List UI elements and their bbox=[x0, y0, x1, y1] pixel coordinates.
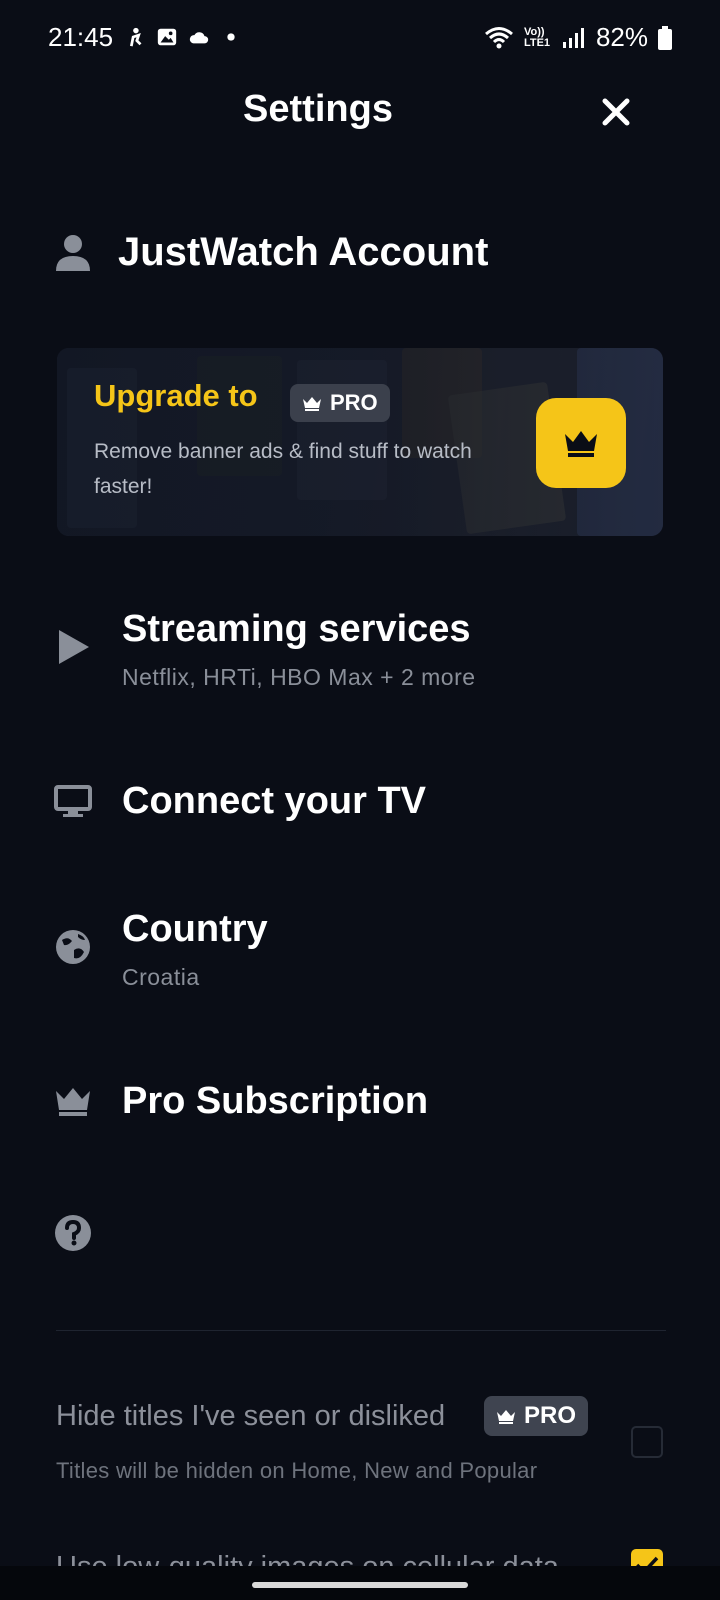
account-row[interactable]: JustWatch Account bbox=[0, 220, 720, 300]
pro-badge-label: PRO bbox=[330, 390, 378, 415]
help-row[interactable] bbox=[0, 1200, 720, 1270]
person-icon bbox=[54, 234, 92, 272]
pro-badge-label: PRO bbox=[524, 1402, 577, 1429]
banner-description: Remove banner ads & find stuff to watch … bbox=[94, 440, 472, 498]
network-label: Vo)) LTE1 bbox=[523, 25, 551, 49]
crown-icon bbox=[54, 1082, 92, 1120]
streaming-services-title: Streaming services bbox=[122, 608, 471, 650]
status-right: Vo)) LTE1 82% bbox=[484, 22, 672, 53]
pro-subscription-row[interactable]: Pro Subscription bbox=[0, 1070, 720, 1140]
hide-titles-label: Hide titles I've seen or disliked bbox=[56, 1400, 446, 1432]
upgrade-banner[interactable]: Upgrade to PRO Remove banner ads & find … bbox=[57, 348, 663, 536]
tv-icon bbox=[54, 782, 92, 820]
country-subtitle: Croatia bbox=[122, 964, 200, 990]
help-icon bbox=[54, 1214, 92, 1252]
pro-badge: PRO bbox=[484, 1396, 589, 1436]
crown-icon bbox=[565, 431, 597, 457]
globe-icon bbox=[54, 928, 92, 966]
gallery-notification-icon bbox=[157, 28, 177, 46]
hide-titles-checkbox[interactable] bbox=[631, 1426, 663, 1458]
connect-tv-title: Connect your TV bbox=[122, 780, 427, 822]
home-indicator[interactable] bbox=[252, 1582, 468, 1588]
status-notification-icons bbox=[124, 26, 242, 48]
hide-titles-row[interactable]: Hide titles I've seen or disliked PRO Ti… bbox=[0, 1392, 720, 1492]
upgrade-crown-button[interactable] bbox=[536, 398, 626, 488]
play-icon bbox=[54, 628, 92, 666]
dot-notification-icon bbox=[227, 33, 235, 41]
battery-icon bbox=[658, 25, 672, 50]
person-notification-icon bbox=[129, 27, 142, 47]
close-icon bbox=[602, 98, 630, 126]
upgrade-label: Upgrade to bbox=[94, 378, 258, 413]
account-label: JustWatch Account bbox=[118, 230, 489, 274]
signal-icon bbox=[562, 27, 584, 48]
hide-titles-description: Titles will be hidden on Home, New and P… bbox=[56, 1458, 538, 1483]
pro-subscription-title: Pro Subscription bbox=[122, 1080, 429, 1122]
pro-badge: PRO bbox=[290, 384, 390, 422]
crown-icon bbox=[497, 1410, 515, 1424]
divider bbox=[56, 1330, 666, 1331]
crown-icon bbox=[303, 397, 321, 411]
country-row[interactable]: Country Croatia bbox=[0, 900, 720, 1000]
streaming-services-subtitle: Netflix, HRTi, HBO Max + 2 more bbox=[122, 664, 476, 690]
status-time: 21:45 bbox=[48, 22, 114, 52]
connect-tv-row[interactable]: Connect your TV bbox=[0, 770, 720, 840]
country-title: Country bbox=[122, 908, 268, 950]
close-button[interactable] bbox=[594, 90, 638, 134]
cloud-notification-icon bbox=[189, 32, 209, 44]
streaming-services-row[interactable]: Streaming services Netflix, HRTi, HBO Ma… bbox=[0, 600, 720, 700]
wifi-icon bbox=[484, 26, 513, 48]
battery-percent: 82% bbox=[595, 22, 648, 52]
page-title: Settings bbox=[243, 88, 393, 130]
